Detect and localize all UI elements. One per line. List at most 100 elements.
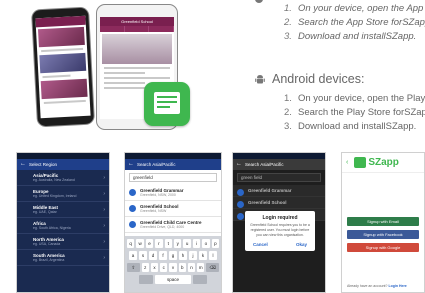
return-key[interactable] <box>193 275 207 284</box>
key[interactable]: v <box>169 263 177 272</box>
location-pin-icon <box>129 221 136 228</box>
back-arrow-icon[interactable]: ← <box>236 159 242 170</box>
signup-google-button[interactable]: Signup with Google <box>347 243 419 252</box>
key[interactable]: k <box>199 251 207 260</box>
ios-step: 2. Search the App Store forSZapp <box>284 17 425 28</box>
signup-facebook-button[interactable]: Signup with Facebook <box>347 230 419 239</box>
android-heading-text: Android devices: <box>272 72 365 86</box>
search-input[interactable]: green field <box>237 173 321 182</box>
signup-email-button[interactable]: Signup with Email <box>347 217 419 226</box>
android-steps-list: 1. On your device, open the Play S 2. Sear… <box>284 92 425 134</box>
android-heading: Android devices: <box>254 72 364 86</box>
search-result-item[interactable]: Greenfield School Greenfield, NSW <box>125 201 221 217</box>
key[interactable]: s <box>139 251 147 260</box>
szapp-logo-icon <box>354 157 367 168</box>
chevron-right-icon: › <box>103 239 105 245</box>
keyboard-row: ⇧ zxcvbnm ⌫ <box>127 263 219 272</box>
screenshot-search: ← Search Asia/Pacific greenfield Greenfi… <box>124 152 222 293</box>
search-result-item[interactable]: Greenfield Grammar Greenfield, NSW, 2000 <box>125 185 221 201</box>
ios-step: 3. Download and installSZapp. <box>284 31 417 42</box>
okay-button[interactable]: Okay <box>296 242 307 247</box>
location-pin-icon <box>237 213 244 220</box>
key[interactable]: g <box>169 251 177 260</box>
space-key[interactable]: space <box>155 275 191 284</box>
keyboard-row: qwertyuiop <box>126 239 220 248</box>
location-pin-icon <box>237 201 244 208</box>
key[interactable]: f <box>159 251 167 260</box>
search-result-item[interactable]: Greenfield Child Care Centre Greenfield D… <box>125 217 221 233</box>
szapp-header: ‹ SZapp <box>342 153 424 173</box>
screenshot-szapp-signup: ‹ SZapp Signup with Email Signup with Fa… <box>341 152 425 293</box>
key[interactable]: u <box>183 239 191 248</box>
phone-left <box>30 6 96 128</box>
keyboard-row: asdfghjkl <box>127 251 219 260</box>
login-footer: Already have an account? Login Here <box>347 284 407 288</box>
key[interactable]: i <box>192 239 201 248</box>
region-item[interactable]: Africa eg. South Africa, Nigeria › <box>17 218 109 234</box>
key[interactable]: n <box>187 263 196 272</box>
promo-phones-image: Greenfield School <box>26 0 196 130</box>
android-step: 3. Download and installSZapp. <box>284 121 417 132</box>
key[interactable]: y <box>174 239 182 248</box>
key[interactable]: x <box>150 263 159 272</box>
login-here-link[interactable]: Login Here <box>388 284 406 288</box>
search-result-item[interactable]: Greenfield Grammar <box>233 185 325 197</box>
key[interactable]: t <box>164 239 172 248</box>
chevron-right-icon: › <box>103 191 105 197</box>
key[interactable]: p <box>211 239 220 248</box>
key[interactable]: w <box>136 239 144 248</box>
ios-step: 1. On your device, open the App S <box>284 3 425 14</box>
key[interactable]: r <box>155 239 163 248</box>
apple-icon <box>255 0 263 3</box>
android-icon <box>255 75 265 84</box>
back-arrow-icon[interactable]: ← <box>20 159 26 170</box>
key[interactable]: q <box>126 239 135 248</box>
chevron-right-icon: › <box>103 223 105 229</box>
key[interactable]: e <box>145 239 154 248</box>
backspace-key-icon[interactable]: ⌫ <box>206 263 219 272</box>
region-item[interactable]: South America eg. Brazil, Argentina › <box>17 250 109 266</box>
region-item[interactable]: Middle East eg. UAE, Qatar › <box>17 202 109 218</box>
dialog-title: Login required <box>262 215 298 221</box>
location-pin-icon <box>129 205 136 212</box>
dialog-message: Greenfield School requires you to be a r… <box>250 223 310 237</box>
ios-steps-list: 1. On your device, open the App S 2. Searc… <box>284 2 425 44</box>
onscreen-keyboard[interactable]: qwertyuiop asdfghjkl ⇧ zxcvbnm ⌫ space <box>125 236 221 292</box>
region-item[interactable]: North America eg. USA, Canada › <box>17 234 109 250</box>
szapp-logo-text: SZapp <box>368 157 399 168</box>
key[interactable]: l <box>209 251 217 260</box>
login-required-dialog: Login required Greenfield School require… <box>245 211 315 251</box>
numbers-key[interactable] <box>139 275 153 284</box>
key[interactable]: o <box>202 239 210 248</box>
login-required-titlebar: ← Search Asia/Pacific <box>233 159 325 170</box>
cancel-button[interactable]: Cancel <box>253 242 268 247</box>
region-item[interactable]: Asia/Pacific eg. Australia, New Zealand › <box>17 170 109 186</box>
chevron-right-icon: › <box>103 207 105 213</box>
szapp-app-icon <box>144 82 190 126</box>
region-item[interactable]: Europe eg. United Kingdom, Ireland › <box>17 186 109 202</box>
search-result-item[interactable]: Greenfield School <box>233 197 325 209</box>
location-pin-icon <box>237 189 244 196</box>
phone-right-title: Greenfield School <box>100 17 174 26</box>
shift-key-icon[interactable]: ⇧ <box>127 263 140 272</box>
chevron-right-icon: › <box>103 175 105 181</box>
screenshot-select-region: ← Select Region Asia/Pacific eg. Australi… <box>16 152 110 293</box>
android-step: 2. Search the Play Store forSZapp <box>284 107 425 118</box>
back-arrow-icon[interactable]: ← <box>128 159 134 170</box>
key[interactable]: j <box>189 251 197 260</box>
key[interactable]: b <box>178 263 186 272</box>
key[interactable]: m <box>197 263 205 272</box>
phone-left-header <box>35 15 86 28</box>
keyboard-row: space <box>127 275 219 284</box>
search-titlebar: ← Search Asia/Pacific <box>125 159 221 170</box>
key[interactable]: c <box>160 263 168 272</box>
key[interactable]: a <box>129 251 137 260</box>
search-input[interactable]: greenfield <box>129 173 217 182</box>
key[interactable]: d <box>149 251 157 260</box>
key[interactable]: z <box>141 263 149 272</box>
szapp-logo: SZapp <box>354 157 399 168</box>
android-step: 1. On your device, open the Play S <box>284 93 425 104</box>
chevron-right-icon: › <box>103 255 105 261</box>
key[interactable]: h <box>179 251 187 260</box>
back-chevron-icon[interactable]: ‹ <box>346 159 348 166</box>
